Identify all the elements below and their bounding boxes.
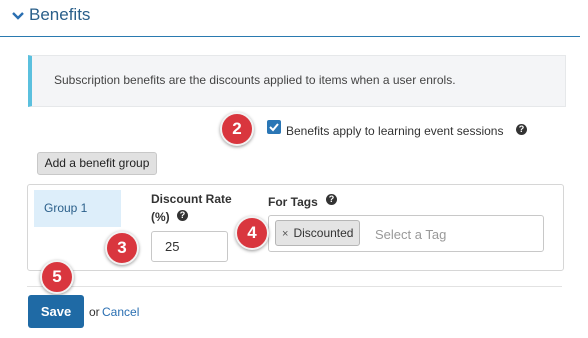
info-text: Subscription benefits are the discounts … (54, 73, 456, 87)
remove-tag-icon[interactable]: × (282, 228, 288, 240)
tag-chip: × Discounted (275, 220, 361, 246)
discount-rate-unit-label: (%) (151, 210, 170, 224)
for-tags-label: For Tags (268, 195, 318, 209)
discount-rate-input[interactable]: 25 (151, 231, 228, 262)
tags-search-input[interactable]: Select a Tag (375, 227, 446, 242)
discount-rate-label: Discount Rate (151, 192, 232, 206)
tags-help-icon[interactable]: ? (326, 194, 337, 205)
step-badge-3: 3 (105, 231, 139, 265)
chevron-down-icon[interactable] (12, 11, 24, 21)
divider (27, 286, 562, 287)
info-box: Subscription benefits are the discounts … (28, 55, 566, 107)
group-tab[interactable]: Group 1 (34, 190, 121, 227)
step-badge-4: 4 (235, 216, 269, 250)
help-icon[interactable]: ? (516, 124, 527, 135)
or-text: or (89, 305, 100, 319)
checkmark-icon (269, 123, 279, 132)
cancel-link[interactable]: Cancel (102, 305, 139, 319)
add-benefit-group-button[interactable]: Add a benefit group (37, 152, 157, 175)
benefits-sessions-label: Benefits apply to learning event session… (286, 124, 504, 138)
benefits-sessions-checkbox[interactable] (267, 120, 281, 134)
section-title: Benefits (29, 5, 91, 24)
save-button[interactable]: Save (28, 295, 84, 328)
step-badge-5: 5 (40, 260, 74, 294)
section-header[interactable]: Benefits (0, 0, 580, 37)
tag-label: Discounted (293, 226, 354, 240)
discount-help-icon[interactable]: ? (177, 210, 188, 221)
step-badge-2: 2 (220, 112, 254, 146)
